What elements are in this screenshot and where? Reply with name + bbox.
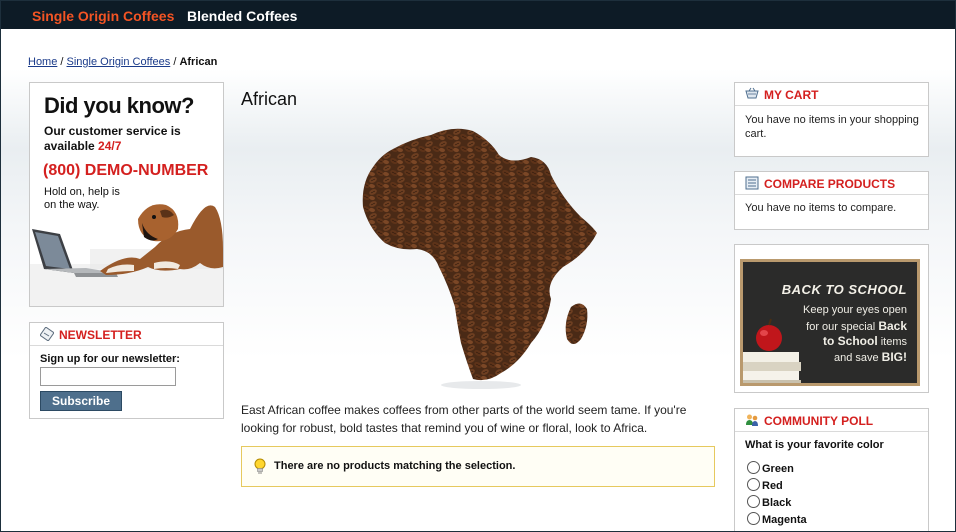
promo-line-3-bold: to School — [822, 334, 878, 348]
promo-line-4-bold: BIG! — [881, 350, 907, 364]
lightbulb-icon — [254, 458, 266, 474]
list-icon — [745, 176, 759, 190]
radio-button[interactable] — [747, 512, 760, 525]
compare-title: COMPARE PRODUCTS — [764, 177, 896, 191]
poll-title: COMMUNITY POLL — [764, 414, 874, 428]
breadcrumb-separator: / — [57, 56, 67, 68]
promo-line-3-text: items — [877, 336, 907, 348]
ad-line-2: available 24/7 — [44, 139, 121, 153]
poll-option-label: Black — [762, 497, 792, 509]
breadcrumb: Home / Single Origin Coffees / African — [28, 56, 217, 68]
nav-single-origin-coffees[interactable]: Single Origin Coffees — [32, 8, 174, 24]
page-title: African — [241, 89, 298, 109]
my-cart-block: MY CART You have no items in your shoppi… — [734, 82, 929, 157]
cart-icon — [745, 87, 759, 99]
promo-heading: BACK TO SCHOOL — [781, 282, 907, 297]
no-products-notice: There are no products matching the selec… — [241, 446, 715, 487]
compare-header: COMPARE PRODUCTS — [735, 172, 928, 195]
ad-line-2-highlight: 24/7 — [98, 139, 122, 153]
promo-line-3: to School items — [823, 334, 907, 348]
compare-empty-message: You have no items to compare. — [745, 202, 897, 214]
customer-service-ad[interactable]: Did you know? Our customer service is av… — [29, 82, 224, 307]
ad-phone-number: (800) DEMO-NUMBER — [43, 162, 209, 179]
promo-line-2: for our special Back — [806, 319, 907, 333]
promo-line-4-text: and save — [833, 352, 882, 364]
compare-products-block: COMPARE PRODUCTS You have no items to co… — [734, 171, 929, 230]
promo-line-2-bold: Back — [878, 319, 907, 333]
newsletter-icon — [40, 327, 54, 341]
page-frame: Single Origin Coffees Blended Coffees Ho… — [0, 0, 956, 532]
radio-button[interactable] — [747, 495, 760, 508]
poll-header: COMMUNITY POLL — [735, 409, 928, 432]
chalkboard-banner: BACK TO SCHOOL Keep your eyes open for o… — [740, 259, 920, 386]
top-navigation: Single Origin Coffees Blended Coffees — [1, 1, 955, 29]
notice-text: There are no products matching the selec… — [274, 460, 516, 472]
newsletter-title: NEWSLETTER — [59, 328, 142, 342]
books-apple-illustration — [743, 318, 801, 383]
poll-option-label: Magenta — [762, 514, 807, 526]
cart-header: MY CART — [735, 83, 928, 106]
back-to-school-promo[interactable]: BACK TO SCHOOL Keep your eyes open for o… — [734, 244, 929, 393]
category-description: East African coffee makes coffees from o… — [241, 403, 687, 435]
promo-line-2-text: for our special — [806, 321, 879, 333]
poll-option-label: Green — [762, 463, 794, 475]
breadcrumb-home-link[interactable]: Home — [28, 56, 57, 68]
newsletter-email-input[interactable] — [40, 367, 176, 386]
promo-line-4: and save BIG! — [834, 350, 907, 364]
radio-button[interactable] — [747, 461, 760, 474]
community-poll-block: COMMUNITY POLL What is your favorite col… — [734, 408, 929, 531]
poll-option-magenta[interactable]: Magenta — [747, 512, 807, 526]
breadcrumb-category-link[interactable]: Single Origin Coffees — [67, 56, 171, 68]
cart-title: MY CART — [764, 88, 819, 102]
cart-empty-message: You have no items in your shopping cart. — [745, 114, 919, 140]
nav-blended-coffees[interactable]: Blended Coffees — [187, 8, 297, 24]
newsletter-header: NEWSLETTER — [30, 323, 223, 346]
poll-option-green[interactable]: Green — [747, 461, 794, 475]
poll-option-label: Red — [762, 480, 783, 492]
ad-title: Did you know? — [44, 93, 194, 118]
promo-line-1: Keep your eyes open — [803, 304, 907, 316]
subscribe-button[interactable]: Subscribe — [40, 391, 122, 411]
people-icon — [746, 414, 758, 426]
ad-line-1: Our customer service is — [44, 124, 181, 138]
breadcrumb-current: African — [179, 56, 218, 68]
africa-coffee-beans-image — [362, 128, 597, 389]
poll-question: What is your favorite color — [745, 439, 884, 451]
poll-option-black[interactable]: Black — [747, 495, 791, 509]
dog-laptop-illustration — [30, 204, 223, 306]
newsletter-block: NEWSLETTER Sign up for our newsletter: S… — [29, 322, 224, 419]
ad-line-2-text: available — [44, 139, 99, 153]
newsletter-label: Sign up for our newsletter: — [40, 353, 180, 365]
radio-button[interactable] — [747, 478, 760, 491]
poll-option-red[interactable]: Red — [747, 478, 783, 492]
